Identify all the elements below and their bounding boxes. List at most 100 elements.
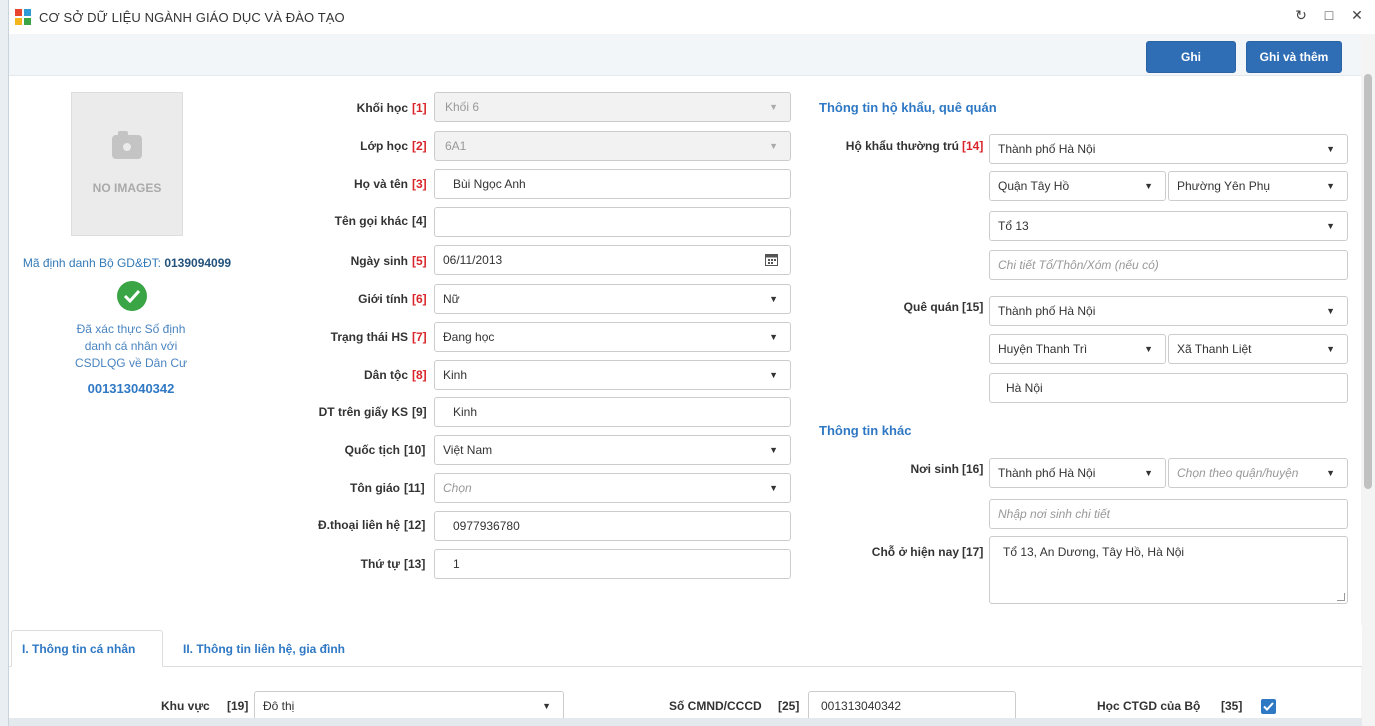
ho-khau-tinh-select[interactable]: Thành phố Hà Nội ▼ xyxy=(989,134,1348,164)
gioi-tinh-select[interactable]: Nữ ▼ xyxy=(434,284,791,314)
hoc-ctgd-num: [35] xyxy=(1221,699,1243,713)
ho-khau-phuong-select[interactable]: Phường Yên Phụ ▼ xyxy=(1168,171,1348,201)
hoc-ctgd-checkbox[interactable] xyxy=(1261,699,1276,714)
scrollbar[interactable] xyxy=(1361,34,1375,726)
dan-toc-num: [8] xyxy=(412,368,427,382)
ministry-id-value: 0139094099 xyxy=(164,256,232,270)
ho-ten-num: [3] xyxy=(412,177,427,191)
dt-giay-ks-num: [9] xyxy=(412,405,427,419)
ministry-id: Mã định danh Bộ GD&ĐT: 0139094099 xyxy=(9,256,245,270)
trang-thai-select[interactable]: Đang học ▼ xyxy=(434,322,791,352)
chevron-down-icon: ▼ xyxy=(542,701,551,711)
dt-giay-ks-input[interactable]: Kinh xyxy=(434,397,791,427)
ton-giao-num: [11] xyxy=(404,481,425,495)
chevron-down-icon: ▼ xyxy=(1326,468,1335,478)
ho-khau-quan-select[interactable]: Quận Tây Hồ ▼ xyxy=(989,171,1166,201)
khoi-hoc-label: Khối học xyxy=(356,101,408,115)
quoc-tich-select[interactable]: Việt Nam ▼ xyxy=(434,435,791,465)
save-and-add-button[interactable]: Ghi và thêm xyxy=(1246,41,1342,73)
khu-vuc-num: [19] xyxy=(227,699,249,713)
no-image-text: NO IMAGES xyxy=(92,181,162,195)
que-quan-xa-select[interactable]: Xã Thanh Liệt ▼ xyxy=(1168,334,1348,364)
chevron-down-icon: ▼ xyxy=(1144,344,1153,354)
ten-goi-khac-label: Tên gọi khác xyxy=(334,214,408,228)
resize-handle-icon[interactable] xyxy=(1337,593,1345,601)
dien-thoai-label: Đ.thoại liên hệ xyxy=(317,518,400,532)
dien-thoai-num: [12] xyxy=(404,518,426,532)
tab-thong-tin-ca-nhan[interactable]: I. Thông tin cá nhân xyxy=(11,630,163,667)
section-khac-title: Thông tin khác xyxy=(819,423,912,438)
citizen-id-number: 001313040342 xyxy=(87,381,175,396)
ho-khau-label: Hộ khẩu thường trú xyxy=(845,139,959,153)
quoc-tich-label: Quốc tịch xyxy=(344,443,400,457)
dan-toc-label: Dân tộc xyxy=(363,368,408,382)
cmnd-label: Số CMND/CCCD xyxy=(669,699,762,713)
que-quan-num: [15] xyxy=(962,300,984,314)
chevron-down-icon: ▼ xyxy=(769,445,778,455)
ho-khau-num: [14] xyxy=(962,139,984,153)
que-quan-chi-tiet-input[interactable]: Hà Nội xyxy=(989,373,1348,403)
chevron-down-icon: ▼ xyxy=(1326,181,1335,191)
maximize-icon[interactable]: □ xyxy=(1317,7,1341,23)
gioi-tinh-label: Giới tính xyxy=(358,292,408,306)
ministry-id-label: Mã định danh Bộ GD&ĐT: xyxy=(22,256,161,270)
thu-tu-input[interactable]: 1 xyxy=(434,549,791,579)
trang-thai-num: [7] xyxy=(412,330,427,344)
noi-sinh-tinh-select[interactable]: Thành phố Hà Nội ▼ xyxy=(989,458,1166,488)
cmnd-input[interactable]: 001313040342 xyxy=(808,691,1016,721)
ho-ten-input[interactable]: Bùi Ngọc Anh xyxy=(434,169,791,199)
ton-giao-select[interactable]: Chọn ▼ xyxy=(434,473,791,503)
bottom-strip xyxy=(9,718,1362,726)
dien-thoai-input[interactable]: 0977936780 xyxy=(434,511,791,541)
ho-ten-label: Họ và tên xyxy=(353,177,408,191)
khu-vuc-select[interactable]: Đô thị ▼ xyxy=(254,691,564,721)
hoc-ctgd-label: Học CTGD của Bộ xyxy=(1097,699,1201,713)
window-title: CƠ SỞ DỮ LIỆU NGÀNH GIÁO DỤC VÀ ĐÀO TẠO xyxy=(39,10,345,25)
gioi-tinh-num: [6] xyxy=(412,292,427,306)
lop-hoc-select[interactable]: 6A1 ▼ xyxy=(434,131,791,161)
lop-hoc-label: Lớp học xyxy=(360,139,408,153)
ton-giao-label: Tôn giáo xyxy=(350,481,400,495)
ngay-sinh-num: [5] xyxy=(412,254,427,268)
ho-khau-chi-tiet-input[interactable]: Chi tiết Tổ/Thôn/Xóm (nếu có) xyxy=(989,250,1348,280)
noi-sinh-chi-tiet-input[interactable]: Nhập nơi sinh chi tiết xyxy=(989,499,1348,529)
ten-goi-khac-input[interactable] xyxy=(434,207,791,237)
dan-toc-select[interactable]: Kinh ▼ xyxy=(434,360,791,390)
cmnd-num: [25] xyxy=(778,699,800,713)
khoi-hoc-num: [1] xyxy=(412,101,427,115)
save-button[interactable]: Ghi xyxy=(1146,41,1236,73)
trang-thai-label: Trạng thái HS xyxy=(330,330,408,344)
que-quan-huyen-select[interactable]: Huyện Thanh Trì ▼ xyxy=(989,334,1166,364)
chevron-down-icon: ▼ xyxy=(1326,144,1335,154)
que-quan-tinh-select[interactable]: Thành phố Hà Nội ▼ xyxy=(989,296,1348,326)
ngay-sinh-input[interactable]: 06/11/2013 xyxy=(434,245,791,275)
verified-check-icon xyxy=(117,281,147,311)
close-icon[interactable]: ✕ xyxy=(1345,7,1369,24)
ngay-sinh-label: Ngày sinh xyxy=(350,254,408,268)
noi-sinh-quan-select[interactable]: Chọn theo quận/huyện ▼ xyxy=(1168,458,1348,488)
chevron-down-icon: ▼ xyxy=(769,141,778,151)
refresh-icon[interactable]: ↻ xyxy=(1289,7,1313,24)
chevron-down-icon: ▼ xyxy=(1326,344,1335,354)
lop-hoc-num: [2] xyxy=(412,139,427,153)
chevron-down-icon: ▼ xyxy=(769,370,778,380)
calendar-icon[interactable] xyxy=(765,253,778,269)
que-quan-label: Quê quán xyxy=(903,300,959,314)
quoc-tich-num: [10] xyxy=(404,443,426,457)
khu-vuc-label: Khu vực xyxy=(161,699,210,713)
chevron-down-icon: ▼ xyxy=(769,483,778,493)
ho-khau-to-select[interactable]: Tổ 13 ▼ xyxy=(989,211,1348,241)
noi-sinh-label: Nơi sinh xyxy=(910,462,959,476)
chevron-down-icon: ▼ xyxy=(1326,221,1335,231)
scrollbar-thumb[interactable] xyxy=(1364,74,1372,489)
dt-giay-ks-label: DT trên giấy KS xyxy=(318,405,408,419)
cho-o-textarea[interactable]: Tổ 13, An Dương, Tây Hồ, Hà Nội xyxy=(989,536,1348,604)
chevron-down-icon: ▼ xyxy=(769,332,778,342)
cho-o-num: [17] xyxy=(962,545,984,559)
student-photo[interactable]: NO IMAGES xyxy=(71,92,183,236)
section-ho-khau-title: Thông tin hộ khẩu, quê quán xyxy=(819,100,997,115)
tab-thong-tin-lien-he[interactable]: II. Thông tin liên hệ, gia đình xyxy=(173,630,355,667)
noi-sinh-num: [16] xyxy=(962,462,984,476)
camera-icon xyxy=(112,131,142,159)
khoi-hoc-select[interactable]: Khối 6 ▼ xyxy=(434,92,791,122)
